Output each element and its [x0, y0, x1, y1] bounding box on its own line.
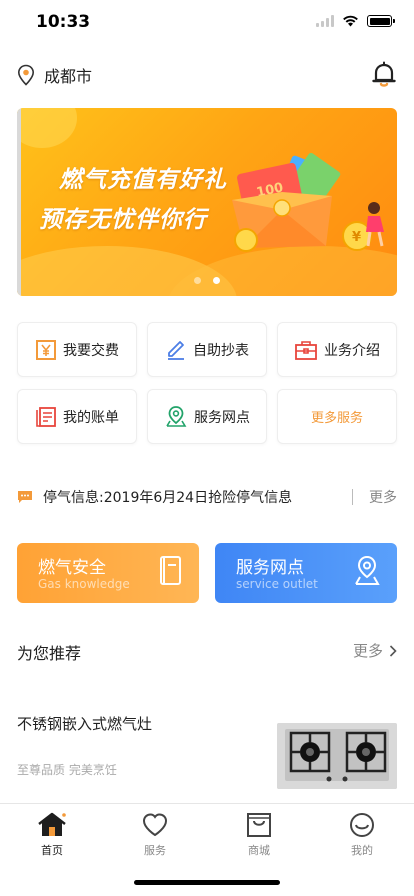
shopping-bag-icon — [247, 813, 271, 837]
more-services-label: 更多服务 — [310, 411, 363, 426]
product-image — [277, 723, 397, 789]
tab-home-label: 首页 — [41, 844, 63, 857]
tab-mine[interactable]: 我的 — [322, 812, 402, 858]
home-indicator — [134, 880, 280, 885]
map-pin-icon — [166, 405, 187, 427]
book-icon — [160, 556, 181, 585]
self-meter-reading-label: 自助抄表 — [193, 342, 249, 359]
banner-subheadline: 预存无忧伴你行 — [39, 206, 207, 233]
banner-dot[interactable] — [194, 277, 201, 284]
tab-mall[interactable]: 商城 — [219, 812, 299, 858]
gas-stove-illustration — [277, 723, 397, 789]
service-outlet-card[interactable]: 服务网点 service outlet — [215, 543, 397, 603]
bill-list-icon — [36, 406, 56, 427]
pay-fee-label: 我要交费 — [63, 342, 119, 359]
more-services-button[interactable]: 更多服务 — [277, 389, 397, 444]
recommend-more-link[interactable]: 更多 — [353, 640, 397, 661]
pencil-icon — [168, 340, 184, 360]
heart-icon — [142, 813, 168, 837]
pay-fee-button[interactable]: 我要交费 — [17, 322, 137, 377]
tab-mine-label: 我的 — [351, 844, 373, 857]
recommend-header: 为您推荐 更多 — [17, 638, 397, 663]
banner-pagination — [17, 277, 397, 284]
service-outlet-card-title: 服务网点 — [236, 558, 304, 578]
product-item[interactable]: 不锈钢嵌入式燃气灶 至尊品质 完美烹饪 — [17, 706, 397, 790]
my-bill-button[interactable]: 我的账单 — [17, 389, 137, 444]
product-name: 不锈钢嵌入式燃气灶 — [17, 715, 153, 733]
service-outlet-card-subtitle: service outlet — [236, 577, 318, 591]
bell-icon[interactable] — [371, 60, 397, 88]
location-pin-icon[interactable] — [17, 64, 35, 86]
briefcase-icon — [295, 340, 317, 360]
tab-service[interactable]: 服务 — [115, 812, 195, 858]
status-bar: 10:33 — [0, 0, 414, 44]
service-outlet-label: 服务网点 — [194, 409, 250, 426]
service-outlet-button[interactable]: 服务网点 — [147, 389, 267, 444]
notice-divider — [352, 489, 353, 505]
tab-mall-label: 商城 — [248, 844, 270, 857]
gift-box-illustration: 100 ¥ — [232, 152, 384, 252]
status-icons — [316, 15, 395, 27]
outlet-pin-icon — [355, 555, 380, 585]
banner-headline: 燃气充值有好礼 — [59, 166, 227, 193]
banner-coin-symbol: ¥ — [352, 230, 361, 245]
home-icon — [38, 812, 66, 836]
wifi-icon — [343, 15, 358, 27]
chevron-right-icon — [389, 644, 397, 657]
recommend-title: 为您推荐 — [17, 644, 82, 663]
outage-notice[interactable]: 停气信息:2019年6月24日抢险停气信息 更多 — [17, 484, 397, 510]
gas-safety-subtitle: Gas knowledge — [38, 577, 130, 591]
tab-home[interactable]: 首页 — [12, 812, 92, 858]
header: 成都市 — [0, 56, 414, 92]
tab-service-label: 服务 — [144, 844, 166, 857]
product-desc: 至尊品质 完美烹饪 — [17, 763, 117, 777]
message-icon — [18, 491, 32, 503]
self-meter-reading-button[interactable]: 自助抄表 — [147, 322, 267, 377]
notice-more-link[interactable]: 更多 — [369, 487, 397, 507]
business-intro-button[interactable]: 业务介绍 — [277, 322, 397, 377]
banner-dot-active[interactable] — [213, 277, 220, 284]
recommend-more-label: 更多 — [352, 642, 383, 660]
signal-icon — [316, 15, 334, 27]
status-time: 10:33 — [36, 12, 91, 32]
city-selector[interactable]: 成都市 — [44, 63, 92, 87]
battery-icon — [367, 15, 395, 27]
yen-bill-icon — [36, 339, 56, 360]
business-intro-label: 业务介绍 — [324, 342, 380, 359]
notice-text[interactable]: 停气信息:2019年6月24日抢险停气信息 — [43, 487, 352, 507]
promo-banner[interactable]: 燃气充值有好礼 预存无忧伴你行 100 ¥ — [17, 108, 397, 296]
my-bill-label: 我的账单 — [63, 409, 119, 426]
smile-icon — [350, 813, 374, 837]
gas-safety-title: 燃气安全 — [38, 558, 106, 578]
gas-safety-card[interactable]: 燃气安全 Gas knowledge — [17, 543, 199, 603]
